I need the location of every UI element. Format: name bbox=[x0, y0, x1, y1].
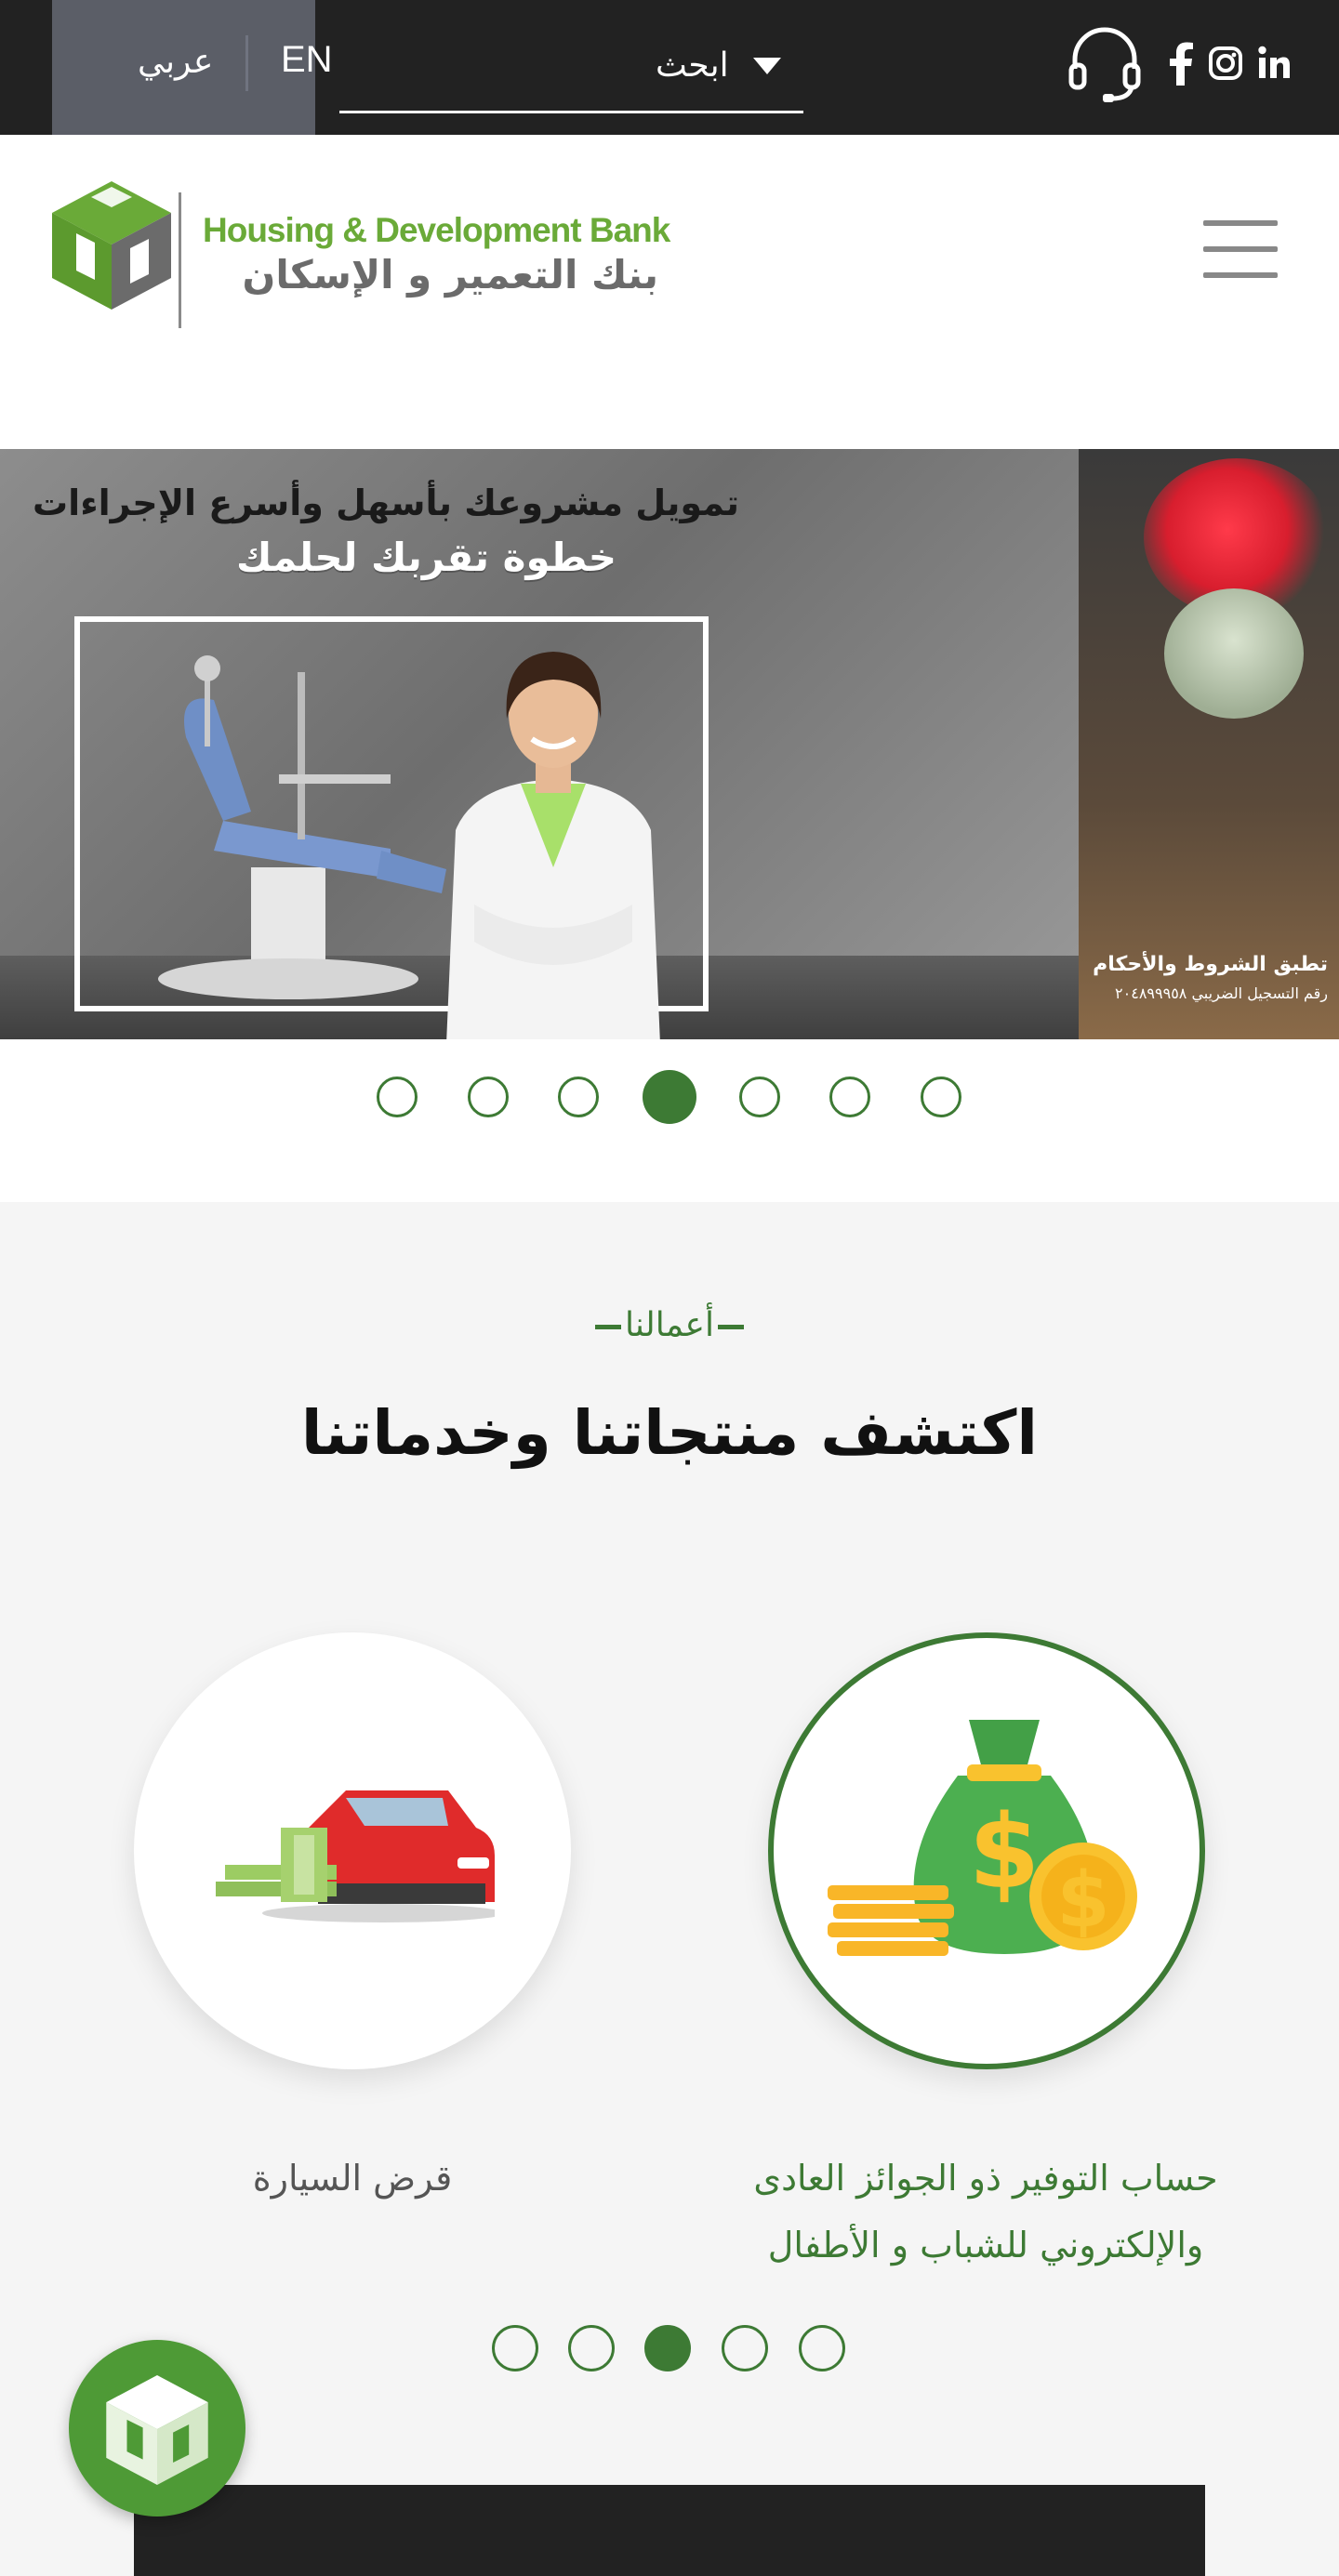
section-title: اكتشف منتجاتنا وخدماتنا bbox=[300, 1397, 1039, 1469]
doctor-illustration bbox=[446, 652, 660, 1039]
search-label: ابحث bbox=[656, 46, 729, 85]
bank-name-english: Housing & Development Bank bbox=[203, 211, 670, 249]
hamburger-line bbox=[1203, 272, 1278, 278]
products-section: أعمالنا اكتشف منتجاتنا وخدماتنا $ $ حساب… bbox=[0, 1202, 1339, 2576]
language-switcher: عربي EN bbox=[52, 0, 333, 135]
hero-slider: تمويل مشروعك بأسهل وأسرع الإجراءات خطوة … bbox=[0, 370, 1339, 1202]
top-bar: عربي EN ابحث bbox=[0, 0, 1339, 135]
products-dot[interactable] bbox=[799, 2325, 845, 2371]
logo-separator bbox=[179, 192, 181, 328]
vase-decoration bbox=[1164, 588, 1304, 719]
hero-slide-active[interactable]: تمويل مشروعك بأسهل وأسرع الإجراءات خطوة … bbox=[0, 449, 1079, 1039]
hamburger-line bbox=[1203, 220, 1278, 226]
money-bag-icon: $ $ bbox=[828, 1720, 1137, 1956]
car-loan-icon bbox=[216, 1790, 495, 1922]
language-divider bbox=[245, 35, 248, 91]
hero-subtitle: خطوة تقربك لحلمك bbox=[235, 535, 616, 580]
headset-icon[interactable] bbox=[1067, 26, 1142, 104]
hero-title: تمويل مشروعك بأسهل وأسرع الإجراءات bbox=[33, 482, 739, 523]
hero-dot[interactable] bbox=[829, 1077, 870, 1117]
products-dot[interactable] bbox=[722, 2325, 768, 2371]
search-dropdown[interactable]: ابحث bbox=[339, 37, 803, 113]
linkedin-icon[interactable] bbox=[1255, 41, 1293, 86]
hero-pagination bbox=[0, 1070, 1339, 1126]
product-card-savings[interactable]: $ $ bbox=[768, 1632, 1205, 2069]
instagram-icon[interactable] bbox=[1207, 41, 1244, 86]
section-eyebrow: أعمالنا bbox=[0, 1306, 1339, 1344]
hero-dot[interactable] bbox=[921, 1077, 961, 1117]
site-header: Housing & Development Bank بنك التعمير و… bbox=[0, 135, 1339, 370]
dental-chair-illustration bbox=[158, 655, 446, 999]
eyebrow-dash bbox=[718, 1324, 745, 1329]
hero-dot-active[interactable] bbox=[643, 1070, 696, 1124]
section-eyebrow-text: أعمالنا bbox=[624, 1306, 715, 1344]
hero-dot[interactable] bbox=[468, 1077, 509, 1117]
products-dot[interactable] bbox=[492, 2325, 538, 2371]
svg-text:$: $ bbox=[969, 1792, 1041, 1911]
bank-logo-icon[interactable] bbox=[52, 181, 171, 310]
product-label-car-loan[interactable]: قرض السيارة bbox=[134, 2145, 571, 2212]
caret-down-icon bbox=[753, 58, 781, 74]
bank-name-arabic: بنك التعمير و الإسكان bbox=[242, 252, 658, 297]
hamburger-line bbox=[1203, 246, 1278, 252]
floating-logo-button[interactable] bbox=[69, 2340, 245, 2517]
product-card-car-loan[interactable] bbox=[134, 1632, 571, 2069]
hero-dot[interactable] bbox=[377, 1077, 418, 1117]
language-english-link[interactable]: EN bbox=[281, 39, 333, 81]
facebook-icon[interactable] bbox=[1167, 41, 1195, 86]
hero-dot[interactable] bbox=[739, 1077, 780, 1117]
terms-apply-text: تطبق الشروط والأحكام bbox=[1093, 953, 1328, 976]
tax-registration-text: رقم التسجيل الضريبي ٢٠٤٨٩٩٩٥٨ bbox=[1115, 984, 1328, 1002]
svg-text:$: $ bbox=[1056, 1856, 1109, 1945]
hero-dot[interactable] bbox=[558, 1077, 599, 1117]
hamburger-menu-icon[interactable] bbox=[1203, 220, 1278, 278]
eyebrow-dash bbox=[594, 1324, 621, 1329]
products-dot[interactable] bbox=[568, 2325, 615, 2371]
hero-slide-next[interactable]: تطبق الشروط والأحكام رقم التسجيل الضريبي… bbox=[1079, 449, 1339, 1039]
language-arabic-link[interactable]: عربي bbox=[138, 43, 213, 81]
product-label-savings[interactable]: حساب التوفير ذو الجوائز العادى والإلكترو… bbox=[744, 2145, 1227, 2279]
products-dot-active[interactable] bbox=[644, 2325, 691, 2371]
next-section-strip bbox=[134, 2485, 1205, 2576]
bank-logo-icon bbox=[106, 2375, 208, 2485]
